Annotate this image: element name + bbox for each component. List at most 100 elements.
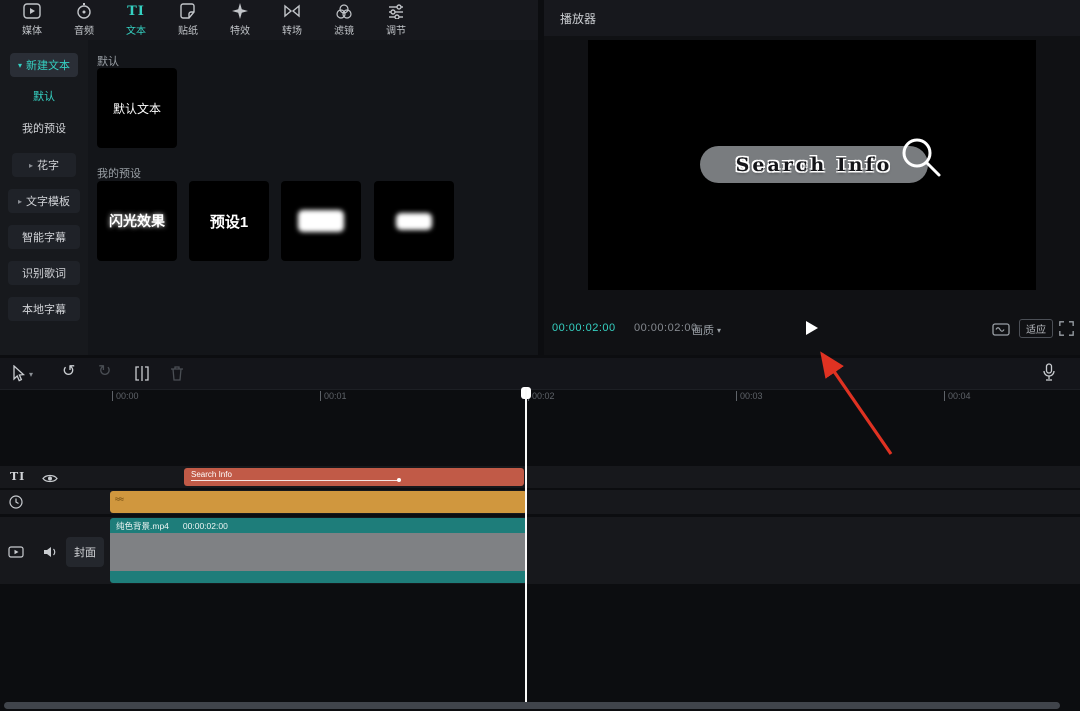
- caret-right-icon: ▸: [29, 161, 33, 170]
- sidebar-item-label: 本地字幕: [22, 301, 66, 317]
- nav-text[interactable]: TI 文本: [114, 3, 158, 37]
- adjust-icon: [388, 3, 404, 19]
- section-title-default: 默认: [97, 53, 119, 69]
- horizontal-scrollbar[interactable]: [4, 702, 1060, 709]
- split-icon: [134, 366, 150, 381]
- sidebar-item-new-text[interactable]: ▾ 新建文本: [10, 53, 78, 77]
- tile-preset-2[interactable]: [281, 181, 361, 261]
- nav-sticker[interactable]: 贴纸: [166, 3, 210, 37]
- ruler-mark-3[interactable]: 00:03: [736, 391, 763, 401]
- fit-button[interactable]: 适应: [1019, 319, 1053, 338]
- ruler-mark-4[interactable]: 00:04: [944, 391, 971, 401]
- sidebar-item-label: 智能字幕: [22, 229, 66, 245]
- sidebar-item-default[interactable]: 默认: [0, 88, 88, 104]
- video-editor-app: 媒体 音频 TI 文本 贴纸 特效 转场: [0, 0, 1080, 711]
- current-timecode: 00:00:02:00: [552, 322, 616, 334]
- sidebar-item-label: 文字模板: [26, 193, 70, 209]
- sticker-icon: [180, 3, 196, 19]
- nav-effects-label: 特效: [230, 22, 250, 37]
- effects-icon: [232, 3, 248, 19]
- undo-button[interactable]: ↺: [62, 364, 75, 380]
- text-track-icon: TI: [10, 470, 25, 483]
- effect-clip-marks-icon: ≈≈: [115, 494, 123, 504]
- mic-icon: [1042, 363, 1056, 382]
- tile-default-text[interactable]: 默认文本: [97, 68, 177, 148]
- mute-track-button[interactable]: [42, 546, 58, 558]
- transition-icon: [283, 3, 301, 19]
- nav-audio[interactable]: 音频: [62, 3, 106, 37]
- quality-dropdown[interactable]: 画质 ▾: [692, 322, 721, 338]
- select-tool-button[interactable]: [12, 365, 26, 382]
- sidebar-item-fancy-text[interactable]: ▸ 花字: [12, 153, 76, 177]
- preview-ratio-button[interactable]: [992, 323, 1010, 336]
- nav-transition-label: 转场: [282, 22, 302, 37]
- select-tool-icon: [12, 365, 26, 382]
- split-button[interactable]: [134, 366, 150, 381]
- timeline-toolbar: [0, 358, 1080, 390]
- video-clip-header: 纯色背景.mp4 00:00:02:00: [110, 518, 527, 533]
- preview-text: Search Info: [736, 154, 893, 176]
- delete-button[interactable]: [170, 366, 184, 381]
- toggle-visibility-button[interactable]: [42, 473, 58, 484]
- nav-adjust-label: 调节: [386, 22, 406, 37]
- sidebar-item-label: 花字: [37, 157, 59, 173]
- preview-text-overlay: Search Info: [700, 146, 928, 183]
- ruler-mark-1[interactable]: 00:01: [320, 391, 347, 401]
- ruler-mark-0[interactable]: 00:00: [112, 391, 139, 401]
- player-title: 播放器: [560, 10, 596, 27]
- sidebar-item-text-template[interactable]: ▸ 文字模板: [8, 189, 80, 213]
- ruler-mark-2[interactable]: 00:02: [528, 391, 555, 401]
- fullscreen-button[interactable]: [1059, 321, 1074, 336]
- sidebar-item-smart-subtitle[interactable]: 智能字幕: [8, 225, 80, 249]
- video-clip-duration: 00:00:02:00: [183, 521, 228, 531]
- playhead[interactable]: [525, 388, 527, 702]
- select-tool-caret-icon[interactable]: ▾: [29, 370, 33, 379]
- tile-preset-3[interactable]: [374, 181, 454, 261]
- caret-right-icon: ▸: [18, 197, 22, 206]
- cover-button-label: 封面: [74, 544, 96, 560]
- sidebar-item-my-presets[interactable]: 我的预设: [0, 120, 88, 136]
- magnifier-icon: [896, 132, 946, 182]
- nav-sticker-label: 贴纸: [178, 22, 198, 37]
- nav-filter[interactable]: 滤镜: [322, 3, 366, 37]
- nav-media[interactable]: 媒体: [10, 3, 54, 37]
- effect-track-clock-icon: [9, 495, 23, 509]
- text-clip[interactable]: Search Info: [184, 468, 524, 486]
- caret-down-icon: ▾: [717, 326, 721, 335]
- redo-button[interactable]: ↻: [98, 364, 111, 380]
- sidebar-item-local-subtitle[interactable]: 本地字幕: [8, 297, 80, 321]
- cover-button[interactable]: 封面: [66, 537, 104, 567]
- nav-effects[interactable]: 特效: [218, 3, 262, 37]
- caret-down-icon: ▾: [18, 61, 22, 70]
- text-icon: TI: [127, 3, 145, 19]
- text-track-lane: [0, 466, 1080, 488]
- total-timecode: 00:00:02:00: [634, 322, 698, 334]
- audio-icon: [76, 3, 92, 19]
- sidebar-item-recognize-lyrics[interactable]: 识别歌词: [8, 261, 80, 285]
- record-voiceover-button[interactable]: [1042, 363, 1056, 382]
- eye-icon: [42, 473, 58, 484]
- play-icon: [805, 320, 819, 336]
- delete-icon: [170, 366, 184, 381]
- nav-audio-label: 音频: [74, 22, 94, 37]
- tile-preset-1[interactable]: 预设1: [189, 181, 269, 261]
- text-anim-duration-handle[interactable]: [397, 478, 401, 482]
- play-button[interactable]: [805, 320, 819, 336]
- text-sidebar: ▾ 新建文本 默认 我的预设 ▸ 花字 ▸ 文字模板 智能字幕 识别歌词 本地字…: [0, 40, 88, 355]
- nav-adjust[interactable]: 调节: [374, 3, 418, 37]
- video-clip-name: 纯色背景.mp4: [116, 520, 169, 532]
- sidebar-item-label: 识别歌词: [22, 265, 66, 281]
- sidebar-item-label: 新建文本: [26, 57, 70, 73]
- video-preview: Search Info: [588, 40, 1036, 290]
- tile-preset-flash[interactable]: 闪光效果: [97, 181, 177, 261]
- speaker-icon: [42, 546, 58, 558]
- preset-tile-blob: [396, 213, 432, 230]
- quality-label: 画质: [692, 322, 714, 338]
- fit-label: 适应: [1026, 321, 1046, 336]
- nav-transition[interactable]: 转场: [270, 3, 314, 37]
- video-clip[interactable]: 纯色背景.mp4 00:00:02:00: [110, 518, 527, 583]
- nav-filter-label: 滤镜: [334, 22, 354, 37]
- effect-clip[interactable]: ≈≈: [110, 491, 527, 513]
- nav-text-label: 文本: [126, 22, 146, 37]
- preset-tile-blob: [298, 210, 344, 232]
